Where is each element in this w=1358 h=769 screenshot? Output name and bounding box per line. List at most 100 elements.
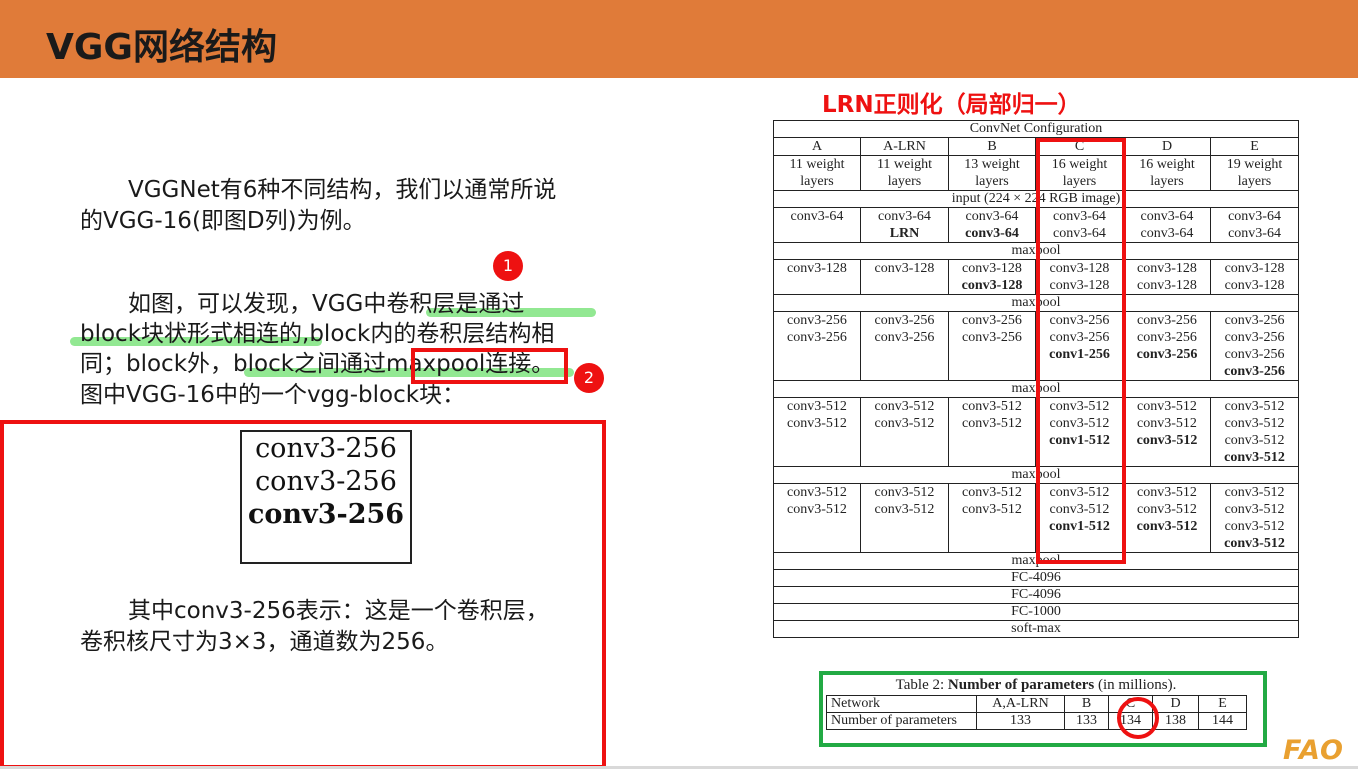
layer-name: conv3-512 [1137, 399, 1197, 414]
annotation-badge-2: 2 [574, 363, 604, 393]
config-cell: conv3-512 conv3-512 [948, 483, 1036, 553]
vgg16-param-circle [1117, 697, 1159, 739]
config-col-header: B [948, 137, 1036, 156]
layer-name: conv3-512 [962, 399, 1022, 414]
layer-name: conv3-512 [962, 416, 1022, 431]
layer-name: conv3-512 [1136, 433, 1198, 448]
config-tail: FC-4096 [772, 586, 1300, 604]
config-col-desc: 13 weight layers [948, 155, 1036, 191]
config-row: ConvNet Configuration [772, 120, 1300, 138]
layer-name: conv3-512 [1224, 399, 1285, 414]
layer-name: conv3-256 [1224, 347, 1285, 362]
conv-explanation-line: 其中conv3-256表示：这是一个卷积层， [128, 598, 549, 624]
layer-name: conv3-128 [962, 261, 1022, 276]
layer-name: conv3-512 [962, 502, 1022, 517]
block-explanation-line: 如图，可以发现，VGG中卷积层是通过 [128, 291, 525, 317]
layer-name: conv3-512 [1224, 416, 1285, 431]
config-col-header: A [773, 137, 861, 156]
layer-name: conv3-64 [790, 209, 844, 224]
config-cell: conv3-128 conv3-128 [1209, 259, 1300, 295]
layer-name: conv3-256 [787, 313, 847, 328]
config-cell: conv3-256 conv3-256 [948, 311, 1036, 381]
annotation-badge-1: 1 [493, 251, 523, 281]
config-row: FC-4096 [772, 569, 1300, 587]
logo: FAO [1283, 735, 1344, 766]
layer-name: conv3-256 [1224, 313, 1285, 328]
config-tail: FC-4096 [772, 569, 1300, 587]
config-cell: conv3-512 conv3-512 conv3-512 [1123, 483, 1211, 553]
layer-name: conv3-256 [1137, 313, 1197, 328]
layer-name: conv3-256 [1224, 364, 1285, 379]
layer-name: conv3-128 [787, 261, 847, 276]
config-row: FC-1000 [772, 603, 1300, 621]
layer-name: conv3-512 [1137, 485, 1197, 500]
desc-text: 11 weight [789, 157, 845, 172]
desc-text: layers [800, 174, 834, 189]
layer-name: conv3-256 [962, 330, 1022, 345]
config-cell: conv3-128 conv3-128 [1123, 259, 1211, 295]
config-caption: ConvNet Configuration [772, 120, 1300, 138]
desc-text: 11 weight [876, 157, 933, 172]
config-row: FC-4096 [772, 586, 1300, 604]
block-explanation-line: 图中VGG-16中的一个vgg-block块： [80, 382, 466, 408]
param-table-highlight [819, 671, 1267, 747]
config-cell: conv3-64 conv3-64 [1209, 207, 1300, 243]
config-cell: conv3-512 conv3-512 [860, 483, 949, 553]
layer-name: conv3-64 [1228, 209, 1281, 224]
block-explanation-line: block块状形式相连的,block内的卷积层结构相 [80, 321, 555, 347]
config-cell: conv3-256 conv3-256 [860, 311, 949, 381]
layer-name: conv3-64 [1140, 209, 1194, 224]
config-cell: conv3-64 conv3-64 [948, 207, 1036, 243]
layer-name: conv3-512 [787, 502, 847, 517]
layer-name: conv3-512 [787, 416, 847, 431]
layer-name: conv3-512 [1224, 536, 1285, 551]
config-cell: conv3-128 conv3-128 [948, 259, 1036, 295]
config-cell: conv3-512 conv3-512 [948, 397, 1036, 467]
layer-name: conv3-512 [1224, 502, 1285, 517]
desc-text: layers [1237, 174, 1272, 189]
layer-name: conv3-64 [965, 209, 1019, 224]
layer-name: conv3-256 [1224, 330, 1285, 345]
layer-name: conv3-128 [1224, 261, 1285, 276]
config-cell: conv3-64 [773, 207, 861, 243]
config-col-desc: 11 weight layers [773, 155, 861, 191]
desc-text: layers [975, 174, 1009, 189]
layer-name: conv3-128 [874, 261, 935, 276]
config-cell: conv3-512 conv3-512 [860, 397, 949, 467]
layer-name: conv3-256 [962, 313, 1022, 328]
config-col-desc: 11 weight layers [860, 155, 949, 191]
lrn-note: LRN正则化（局部归一） [822, 92, 1081, 118]
intro-line: 的VGG-16(即图D列)为例。 [80, 208, 366, 234]
layer-name: conv3-512 [874, 502, 935, 517]
desc-text: 19 weight [1226, 157, 1283, 172]
layer-name: conv3-512 [787, 399, 847, 414]
layer-name: conv3-64 [1228, 226, 1281, 241]
layer-name: LRN [889, 226, 920, 241]
layer-name: conv3-64 [1140, 226, 1194, 241]
config-cell: conv3-512 conv3-512 conv3-512 [1123, 397, 1211, 467]
vgg-block-figure: conv3-256 conv3-256 conv3-256 [240, 430, 412, 564]
layer-name: conv3-512 [874, 416, 935, 431]
layer-name: conv3-64 [965, 226, 1019, 241]
layer-name: conv3-512 [1224, 485, 1285, 500]
config-cell: conv3-256 conv3-256 conv3-256 [1123, 311, 1211, 381]
block-layer: conv3-256 [247, 499, 405, 530]
layer-name: conv3-256 [1136, 347, 1198, 362]
layer-name: conv3-256 [787, 330, 847, 345]
config-cell: conv3-64 LRN [860, 207, 949, 243]
block-layer: conv3-256 [255, 433, 397, 464]
config-cell: conv3-512 conv3-512 conv3-512 conv3-512 [1209, 483, 1300, 553]
config-row: soft-max [772, 620, 1300, 638]
config-cell: conv3-512 conv3-512 [773, 397, 861, 467]
layer-name: conv3-128 [1137, 261, 1197, 276]
layer-name: conv3-512 [1224, 450, 1285, 465]
config-col-header: D [1123, 137, 1211, 156]
desc-text: 13 weight [964, 157, 1020, 172]
config-cell: conv3-512 conv3-512 conv3-512 conv3-512 [1209, 397, 1300, 467]
layer-name: conv3-512 [1136, 519, 1198, 534]
config-col-desc: 19 weight layers [1209, 155, 1300, 191]
block-layer: conv3-256 [255, 466, 397, 497]
layer-name: conv3-128 [1137, 278, 1197, 293]
config-cell: conv3-128 [860, 259, 949, 295]
slide-title: VGG网络结构 [46, 27, 277, 68]
